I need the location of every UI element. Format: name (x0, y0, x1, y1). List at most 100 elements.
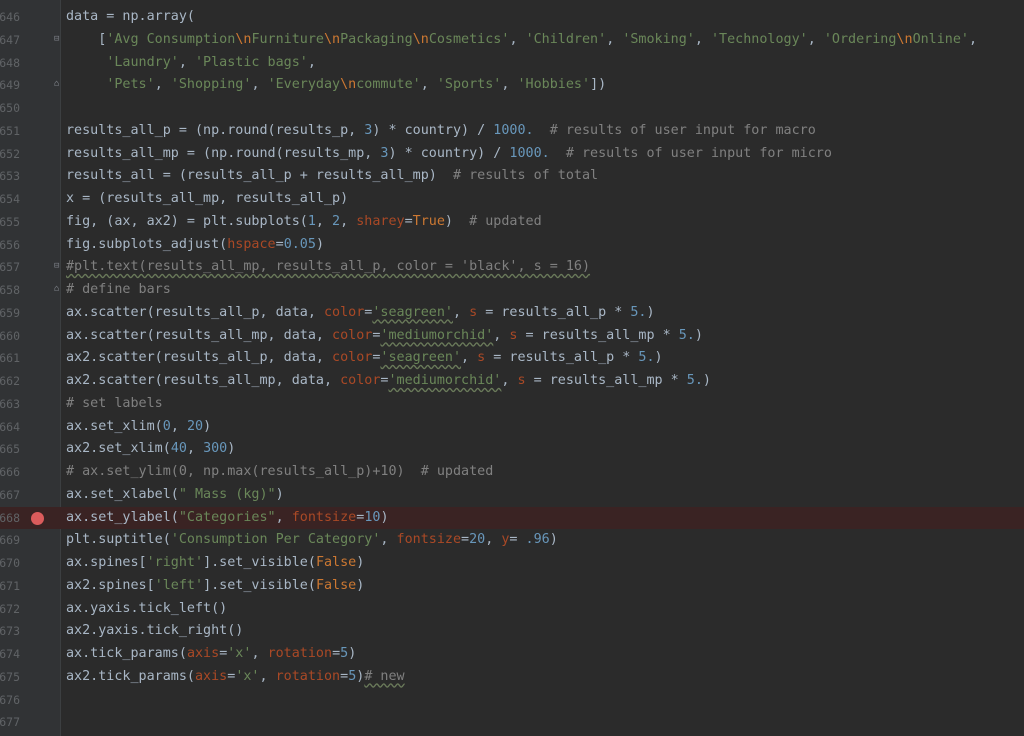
code-text[interactable]: 'Pets', 'Shopping', 'Everyday\ncommute',… (66, 74, 606, 97)
code-token: 'x' (227, 646, 252, 661)
breakpoint-icon[interactable] (31, 511, 44, 525)
code-text[interactable]: results_all_mp = (np.round(results_mp, 3… (66, 143, 832, 166)
code-text[interactable]: 'Laundry', 'Plastic bags', (66, 52, 316, 75)
code-token: ) (227, 441, 236, 457)
code-token: = results_all_p * (485, 350, 639, 366)
code-line[interactable]: 654 x = (results_all_mp, results_all_p) (0, 188, 1024, 211)
code-line[interactable]: 663 # set labels (0, 393, 1024, 416)
code-text[interactable]: results_all = (results_all_p + results_a… (66, 165, 598, 188)
code-line[interactable]: 650 (0, 97, 1024, 120)
code-line[interactable]: 667 ax.set_xlabel(" Mass (kg)") (0, 484, 1024, 507)
code-line[interactable]: 668 ax.set_ylabel("Categories", fontsize=… (0, 506, 1024, 530)
code-token: , (606, 31, 623, 47)
code-text[interactable]: plt.suptitle('Consumption Per Category',… (66, 529, 558, 552)
code-token: ax.set_xlabel( (66, 486, 179, 502)
code-text[interactable]: data = np.array( (66, 6, 195, 29)
code-text[interactable]: ax.yaxis.tick_left() (66, 598, 227, 621)
line-number-text: 654 (0, 192, 20, 206)
code-line[interactable]: 677 (0, 711, 1024, 734)
code-line[interactable]: 662 ax2.scatter(results_all_mp, data, col… (0, 370, 1024, 393)
code-editor[interactable]: 646 data = np.array(647 ⊟ ['Avg Consumptio… (0, 0, 1024, 736)
code-text[interactable]: # set labels (66, 393, 163, 416)
code-line[interactable]: 675 ax2.tick_params(axis='x', rotation=5)… (0, 666, 1024, 689)
code-token: = results_all_mp * (517, 327, 679, 343)
code-token: .96 (525, 532, 550, 548)
code-line[interactable]: 658 ⌂ # define bars (0, 279, 1024, 302)
code-token: [ (66, 31, 107, 47)
code-text[interactable]: ax.set_ylabel("Categories", fontsize=10) (66, 507, 389, 530)
code-token: True (412, 213, 445, 229)
line-number: 660 (0, 325, 20, 348)
code-text[interactable]: results_all_p = (np.round(results_p, 3) … (66, 120, 816, 143)
code-line[interactable]: 672 ax.yaxis.tick_left() (0, 598, 1024, 621)
line-number-text: 675 (0, 669, 20, 684)
code-line[interactable]: 660 ax.scatter(results_all_mp, data, colo… (0, 325, 1024, 348)
code-text[interactable]: fig.subplots_adjust(hspace=0.05) (66, 234, 324, 257)
fold-marker-icon[interactable]: ⊟ (54, 262, 63, 271)
code-line[interactable]: 666 # ax.set_ylim(0, np.max(results_all_p… (0, 461, 1024, 484)
code-token: 'right' (146, 555, 204, 570)
code-text[interactable]: # ax.set_ylim(0, np.max(results_all_p)+1… (66, 461, 493, 484)
code-token: , (170, 418, 187, 434)
code-text[interactable]: ['Avg Consumption\nFurniture\nPackaging\… (66, 29, 977, 52)
code-text[interactable]: ax2.tick_params(axis='x', rotation=5)# n… (66, 666, 405, 689)
code-text[interactable]: ax2.set_xlim(40, 300) (66, 438, 235, 461)
code-line[interactable]: 656 fig.subplots_adjust(hspace=0.05) (0, 234, 1024, 257)
code-line[interactable]: 670 ax.spines['right'].set_visible(False) (0, 552, 1024, 575)
code-text[interactable]: ax.tick_params(axis='x', rotation=5) (66, 643, 356, 666)
code-token: , (154, 77, 171, 93)
code-text[interactable]: ax2.spines['left'].set_visible(False) (66, 575, 364, 598)
code-text[interactable]: x = (results_all_mp, results_all_p) (66, 188, 348, 211)
fold-marker-icon[interactable]: ⊟ (54, 34, 63, 44)
code-token: Furniture (251, 31, 324, 47)
code-token: ax.tick_params( (66, 646, 187, 661)
code-text[interactable]: ax.scatter(results_all_mp, data, color='… (66, 325, 703, 348)
code-token: = results_all_p * (477, 304, 631, 320)
code-line[interactable]: 647 ⊟ ['Avg Consumption\nFurniture\nPacka… (0, 29, 1024, 52)
code-text[interactable]: fig, (ax, ax2) = plt.subplots(1, 2, shar… (66, 211, 542, 234)
code-token: \n (340, 77, 357, 93)
code-line[interactable]: 673 ax2.yaxis.tick_right() (0, 620, 1024, 643)
code-token: ) (694, 327, 703, 343)
line-number: 673 (0, 620, 20, 643)
code-token: ax.scatter(results_all_p, data, (66, 304, 324, 320)
code-line[interactable]: 649 ⌂ 'Pets', 'Shopping', 'Everyday\ncomm… (0, 74, 1024, 97)
code-line[interactable]: 655 fig, (ax, ax2) = plt.subplots(1, 2, s… (0, 211, 1024, 234)
code-line[interactable]: 657 ⊟ #plt.text(results_all_mp, results_al… (0, 256, 1024, 279)
code-text[interactable]: ax2.scatter(results_all_mp, data, color =… (66, 370, 711, 393)
fold-marker-icon[interactable]: ⌂ (54, 80, 63, 89)
code-line[interactable]: 652 results_all_mp = (np.round(results_mp… (0, 143, 1024, 166)
code-line[interactable]: 648 'Laundry', 'Plastic bags', (0, 52, 1024, 75)
code-line[interactable]: 653 results_all = (results_all_p + result… (0, 165, 1024, 188)
code-line[interactable]: 646 data = np.array( (0, 6, 1024, 29)
code-line[interactable]: 665 ax2.set_xlim(40, 300) (0, 438, 1024, 461)
code-line[interactable]: 659 ax.scatter(results_all_p, data, color… (0, 302, 1024, 325)
code-token: ].set_visible( (203, 577, 316, 593)
line-number: 654 (0, 188, 20, 211)
code-line[interactable]: 651 results_all_p = (np.round(results_p, … (0, 120, 1024, 143)
code-text[interactable]: # define bars (66, 279, 171, 302)
line-number-text: 656 (0, 237, 20, 252)
code-line[interactable]: 676 (0, 689, 1024, 712)
code-text[interactable]: ax.spines['right'].set_visible(False) (66, 552, 364, 575)
code-line[interactable]: 661 ax2.scatter(results_all_p, data, colo… (0, 347, 1024, 370)
code-line[interactable]: 669 plt.suptitle('Consumption Per Categor… (0, 529, 1024, 552)
code-line[interactable]: 674 ax.tick_params(axis='x', rotation=5) (0, 643, 1024, 666)
code-line[interactable]: 671 ax2.spines['left'].set_visible(False) (0, 575, 1024, 598)
code-token: Online' (912, 31, 969, 47)
code-line[interactable]: 664 ax.set_xlim(0, 20) (0, 416, 1024, 439)
line-number: 672 (0, 598, 20, 621)
code-token: s (469, 304, 478, 320)
code-text[interactable]: ax2.yaxis.tick_right() (66, 620, 243, 643)
code-text[interactable]: ax.set_xlim(0, 20) (66, 416, 211, 439)
code-text[interactable]: #plt.text(results_all_mp, results_all_p,… (66, 256, 590, 279)
fold-marker-icon[interactable]: ⌂ (54, 285, 63, 294)
code-token: ) (315, 236, 324, 252)
code-text[interactable]: ax.set_xlabel(" Mass (kg)") (66, 484, 284, 507)
code-token: # new (364, 668, 405, 684)
line-number: 665 (0, 438, 20, 461)
code-text[interactable]: ax2.scatter(results_all_p, data, color='… (66, 347, 663, 370)
code-text[interactable]: ax.scatter(results_all_p, data, color='s… (66, 302, 655, 325)
code-token: , (493, 327, 510, 343)
